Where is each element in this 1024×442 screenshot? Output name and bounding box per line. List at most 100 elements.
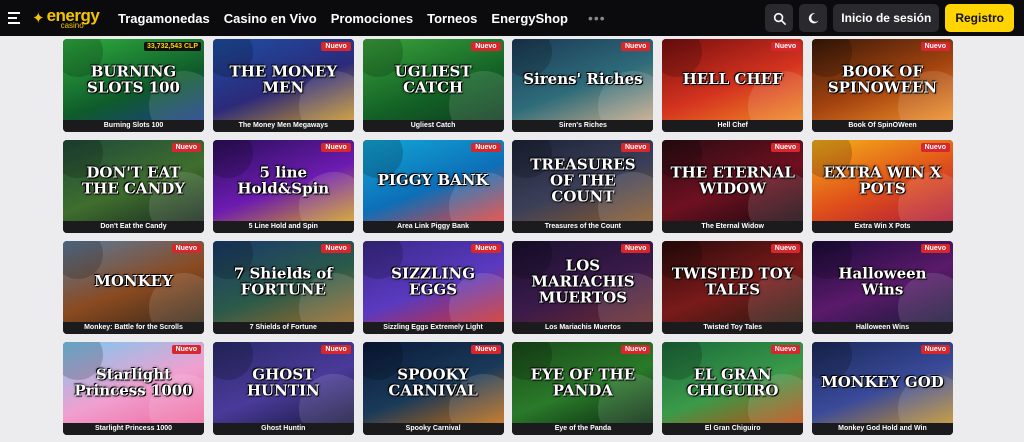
- game-card[interactable]: Sirens' Riches Nuevo Siren's Riches: [512, 39, 654, 132]
- game-art-title: GHOST HUNTIN: [246, 365, 320, 399]
- game-thumbnail: MONKEY: [63, 241, 204, 323]
- game-art-title: MONKEY GOD: [821, 373, 944, 392]
- nav-energyshop[interactable]: EnergyShop: [491, 11, 568, 26]
- game-title: Eye of the Panda: [512, 423, 654, 435]
- energy-casino-logo[interactable]: ✦ energy casino: [32, 0, 112, 36]
- game-title: Sizzling Eggs Extremely Light: [362, 322, 504, 334]
- game-card[interactable]: THE ETERNAL WIDOW Nuevo The Eternal Widow: [662, 140, 804, 233]
- game-art-title: Sirens' Riches: [523, 70, 643, 89]
- game-title: 5 Line Hold and Spin: [212, 221, 354, 233]
- game-card[interactable]: EL GRAN CHIGUIRO Nuevo El Gran Chiguiro: [662, 342, 804, 435]
- search-button[interactable]: [765, 4, 794, 32]
- game-title: Burning Slots 100: [63, 120, 204, 132]
- game-thumbnail: EXTRA WIN X POTS: [811, 140, 953, 222]
- game-thumbnail: SIZZLING EGGS: [362, 241, 504, 323]
- main-nav: Tragamonedas Casino en Vivo Promociones …: [118, 10, 606, 26]
- login-button[interactable]: Inicio de sesión: [833, 4, 940, 32]
- new-badge: Nuevo: [471, 143, 501, 152]
- game-thumbnail: GHOST HUNTIN: [212, 342, 354, 424]
- game-card[interactable]: DON'T EAT THE CANDY Nuevo Don't Eat the Ca…: [63, 140, 204, 233]
- game-title: Don't Eat the Candy: [63, 221, 204, 233]
- nav-promociones[interactable]: Promociones: [331, 11, 413, 26]
- game-card[interactable]: BOOK OF SPINOWEEN Nuevo Book Of SpinOWeen: [811, 39, 953, 132]
- game-card[interactable]: Halloween Wins Nuevo Halloween Wins: [811, 241, 953, 334]
- jackpot-amount: 33,732,543 CLP: [144, 42, 201, 51]
- game-art-title: SPOOKY CARNIVAL: [388, 365, 478, 399]
- new-badge: Nuevo: [920, 244, 950, 253]
- game-card[interactable]: EYE OF THE PANDA Nuevo Eye of the Panda: [512, 342, 654, 435]
- game-art-title: THE MONEY MEN: [229, 62, 338, 96]
- game-card[interactable]: HELL CHEF Nuevo Hell Chef: [662, 39, 804, 132]
- game-title: The Eternal Widow: [662, 221, 804, 233]
- new-badge: Nuevo: [321, 244, 351, 253]
- new-badge: Nuevo: [471, 244, 501, 253]
- game-title: The Money Men Megaways: [212, 120, 354, 132]
- new-badge: Nuevo: [321, 143, 351, 152]
- game-card[interactable]: THE MONEY MEN Nuevo The Money Men Megaways: [212, 39, 354, 132]
- game-art-title: DON'T EAT THE CANDY: [82, 163, 185, 197]
- games-grid: BURNING SLOTS 100 33,732,543 CLP Burning S…: [63, 39, 953, 435]
- nav-casino-en-vivo[interactable]: Casino en Vivo: [224, 11, 317, 26]
- game-thumbnail: Sirens' Riches: [512, 39, 654, 121]
- new-badge: Nuevo: [770, 345, 801, 354]
- game-card[interactable]: LOS MARIACHIS MUERTOS Nuevo Los Mariachis …: [512, 241, 654, 334]
- logo-sub-text: casino: [60, 20, 84, 30]
- game-art-title: EL GRAN CHIGUIRO: [686, 365, 779, 399]
- game-thumbnail: TWISTED TOY TALES: [662, 241, 804, 323]
- more-menu-icon[interactable]: •••: [588, 10, 606, 26]
- game-card[interactable]: 5 line Hold&Spin Nuevo 5 Line Hold and Spi…: [212, 140, 354, 233]
- game-title: Extra Win X Pots: [811, 221, 953, 233]
- new-badge: Nuevo: [770, 244, 801, 253]
- game-card[interactable]: UGLIEST CATCH Nuevo Ugliest Catch: [362, 39, 504, 132]
- game-title: Treasures of the Count: [512, 221, 654, 233]
- game-art-title: Halloween Wins: [838, 264, 927, 298]
- game-art-title: EXTRA WIN X POTS: [823, 163, 942, 197]
- game-art-title: UGLIEST CATCH: [394, 62, 472, 96]
- new-badge: Nuevo: [321, 345, 351, 354]
- game-art-title: Starlight Princess 1000: [74, 365, 193, 399]
- game-title: Spooky Carnival: [362, 423, 504, 435]
- register-button[interactable]: Registro: [945, 4, 1014, 32]
- game-card[interactable]: MONKEY GOD Nuevo Monkey God Hold and Win: [811, 342, 953, 435]
- game-card[interactable]: MONKEY Nuevo Monkey: Battle for the Scroll…: [63, 241, 204, 334]
- search-icon: [773, 12, 786, 25]
- game-thumbnail: MONKEY GOD: [811, 342, 953, 424]
- game-card[interactable]: GHOST HUNTIN Nuevo Ghost Huntin: [212, 342, 354, 435]
- new-badge: Nuevo: [770, 143, 801, 152]
- game-art-title: PIGGY BANK: [377, 171, 489, 190]
- game-card[interactable]: TREASURES OF THE COUNT Nuevo Treasures of …: [512, 140, 654, 233]
- game-thumbnail: DON'T EAT THE CANDY: [63, 140, 204, 222]
- game-thumbnail: BOOK OF SPINOWEEN: [811, 39, 953, 121]
- game-thumbnail: SPOOKY CARNIVAL: [362, 342, 504, 424]
- new-badge: Nuevo: [171, 244, 201, 253]
- game-card[interactable]: 7 Shields of FORTUNE Nuevo 7 Shields of Fo…: [212, 241, 354, 334]
- game-art-title: EYE OF THE PANDA: [530, 365, 636, 399]
- game-card[interactable]: EXTRA WIN X POTS Nuevo Extra Win X Pots: [811, 140, 953, 233]
- game-title: Monkey God Hold and Win: [811, 423, 953, 435]
- game-card[interactable]: SPOOKY CARNIVAL Nuevo Spooky Carnival: [362, 342, 504, 435]
- game-thumbnail: LOS MARIACHIS MUERTOS: [512, 241, 654, 323]
- hamburger-menu-icon[interactable]: [0, 0, 28, 36]
- game-card[interactable]: BURNING SLOTS 100 33,732,543 CLP Burning S…: [63, 39, 204, 132]
- game-card[interactable]: SIZZLING EGGS Nuevo Sizzling Eggs Extremel…: [362, 241, 504, 334]
- game-card[interactable]: Starlight Princess 1000 Nuevo Starlight Pr…: [63, 342, 204, 435]
- game-thumbnail: 5 line Hold&Spin: [212, 140, 354, 222]
- new-badge: Nuevo: [620, 143, 651, 152]
- new-badge: Nuevo: [171, 143, 201, 152]
- game-title: Ghost Huntin: [212, 423, 354, 435]
- game-thumbnail: UGLIEST CATCH: [362, 39, 504, 121]
- new-badge: Nuevo: [620, 42, 651, 51]
- game-thumbnail: BURNING SLOTS 100: [63, 39, 204, 121]
- game-art-title: HELL CHEF: [682, 70, 783, 89]
- new-badge: Nuevo: [770, 42, 801, 51]
- nav-tragamonedas[interactable]: Tragamonedas: [118, 11, 210, 26]
- theme-toggle-button[interactable]: [799, 4, 828, 32]
- nav-torneos[interactable]: Torneos: [427, 11, 477, 26]
- new-badge: Nuevo: [620, 345, 651, 354]
- game-art-title: 7 Shields of FORTUNE: [233, 264, 333, 298]
- game-card[interactable]: TWISTED TOY TALES Nuevo Twisted Toy Tales: [662, 241, 804, 334]
- new-badge: Nuevo: [171, 345, 201, 354]
- new-badge: Nuevo: [920, 143, 950, 152]
- game-art-title: SIZZLING EGGS: [391, 264, 476, 298]
- game-card[interactable]: PIGGY BANK Nuevo Area Link Piggy Bank: [362, 140, 504, 233]
